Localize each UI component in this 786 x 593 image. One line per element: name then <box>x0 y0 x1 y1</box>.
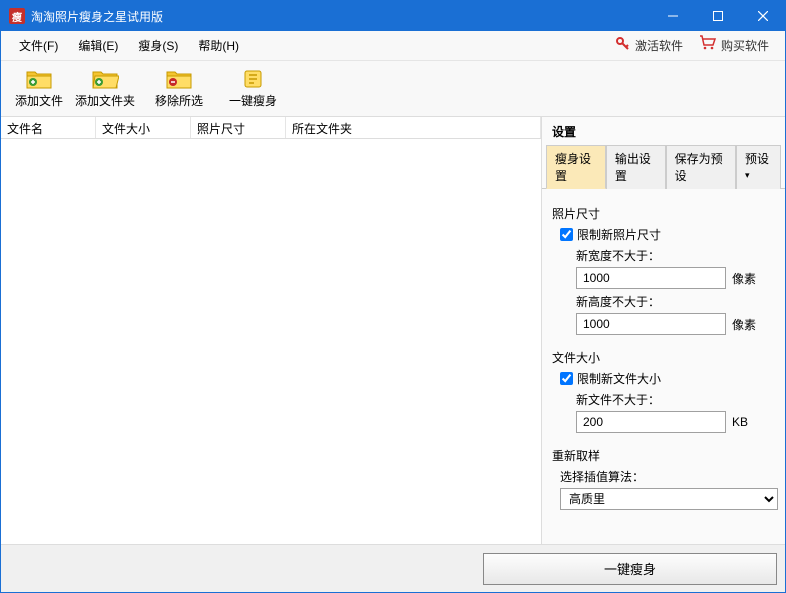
buy-label: 购买软件 <box>721 37 769 54</box>
one-key-slim-button[interactable]: 一键瘦身 <box>221 65 285 113</box>
close-button[interactable] <box>740 1 785 31</box>
app-icon: 瘦 <box>9 8 25 24</box>
cart-icon <box>699 35 717 56</box>
activate-label: 激活软件 <box>635 37 683 54</box>
buy-link[interactable]: 购买软件 <box>691 33 777 58</box>
width-input[interactable] <box>576 267 726 289</box>
resample-section-title: 重新取样 <box>552 447 775 464</box>
file-size-section-title: 文件大小 <box>552 349 775 366</box>
height-unit: 像素 <box>732 316 756 333</box>
add-file-button[interactable]: 添加文件 <box>7 65 71 113</box>
filesize-input[interactable] <box>576 411 726 433</box>
minimize-button[interactable] <box>650 1 695 31</box>
close-icon <box>758 11 768 21</box>
width-unit: 像素 <box>732 270 756 287</box>
th-dimensions[interactable]: 照片尺寸 <box>191 117 286 138</box>
settings-body: 照片尺寸 限制新照片尺寸 新宽度不大于： 像素 新高度不大于： <box>542 189 785 544</box>
settings-tabs: 瘦身设置 输出设置 保存为预设 预设 <box>542 144 785 189</box>
app-window: 瘦 淘淘照片瘦身之星试用版 文件(F) 编辑(E) 瘦身(S) 帮助(H) 激活… <box>0 0 786 593</box>
remove-icon <box>165 68 193 90</box>
menu-slim[interactable]: 瘦身(S) <box>128 33 188 58</box>
add-file-label: 添加文件 <box>15 92 63 109</box>
height-label: 新高度不大于： <box>576 293 775 310</box>
content-area: 文件名 文件大小 照片尺寸 所在文件夹 设置 瘦身设置 输出设置 保存为预设 预… <box>1 117 785 544</box>
titlebar: 瘦 淘淘照片瘦身之星试用版 <box>1 1 785 31</box>
add-folder-button[interactable]: 添加文件夹 <box>73 65 137 113</box>
slim-label: 一键瘦身 <box>229 92 277 109</box>
table-body[interactable] <box>1 139 541 544</box>
limit-photo-size-label: 限制新照片尺寸 <box>577 226 661 243</box>
height-input[interactable] <box>576 313 726 335</box>
table-header: 文件名 文件大小 照片尺寸 所在文件夹 <box>1 117 541 139</box>
menu-edit[interactable]: 编辑(E) <box>68 33 128 58</box>
th-folder[interactable]: 所在文件夹 <box>286 117 541 138</box>
algo-label: 选择插值算法： <box>560 468 775 485</box>
file-list-pane: 文件名 文件大小 照片尺寸 所在文件夹 <box>1 117 542 544</box>
maximize-icon <box>713 11 723 21</box>
remove-selected-button[interactable]: 移除所选 <box>147 65 211 113</box>
tab-save-preset[interactable]: 保存为预设 <box>666 145 736 189</box>
toolbar: 添加文件 添加文件夹 移除所选 一键瘦身 <box>1 61 785 117</box>
settings-title: 设置 <box>542 117 785 144</box>
menu-help[interactable]: 帮助(H) <box>188 33 249 58</box>
filesize-label: 新文件不大于： <box>576 391 775 408</box>
menubar: 文件(F) 编辑(E) 瘦身(S) 帮助(H) 激活软件 购买软件 <box>1 31 785 61</box>
limit-file-size-checkbox[interactable] <box>560 372 573 385</box>
width-label: 新宽度不大于： <box>576 247 775 264</box>
tab-preset[interactable]: 预设 <box>736 145 781 189</box>
key-icon <box>615 36 631 55</box>
tab-output-settings[interactable]: 输出设置 <box>606 145 666 189</box>
maximize-button[interactable] <box>695 1 740 31</box>
settings-pane: 设置 瘦身设置 输出设置 保存为预设 预设 照片尺寸 限制新照片尺寸 新宽度不大… <box>542 117 785 544</box>
window-title: 淘淘照片瘦身之星试用版 <box>31 8 650 25</box>
add-folder-icon <box>91 68 119 90</box>
tab-slim-settings[interactable]: 瘦身设置 <box>546 145 606 189</box>
th-filename[interactable]: 文件名 <box>1 117 96 138</box>
add-file-icon <box>25 68 53 90</box>
filesize-unit: KB <box>732 415 748 429</box>
photo-size-section-title: 照片尺寸 <box>552 205 775 222</box>
add-folder-label: 添加文件夹 <box>75 92 135 109</box>
limit-file-size-label: 限制新文件大小 <box>577 370 661 387</box>
minimize-icon <box>668 11 678 21</box>
footer-one-key-slim-button[interactable]: 一键瘦身 <box>483 553 777 585</box>
menu-file[interactable]: 文件(F) <box>9 33 68 58</box>
th-filesize[interactable]: 文件大小 <box>96 117 191 138</box>
remove-label: 移除所选 <box>155 92 203 109</box>
limit-photo-size-checkbox[interactable] <box>560 228 573 241</box>
footer: 一键瘦身 <box>1 544 785 592</box>
window-controls <box>650 1 785 31</box>
slim-icon <box>239 68 267 90</box>
activate-link[interactable]: 激活软件 <box>607 34 691 57</box>
algo-select[interactable]: 高质里 <box>560 488 778 510</box>
